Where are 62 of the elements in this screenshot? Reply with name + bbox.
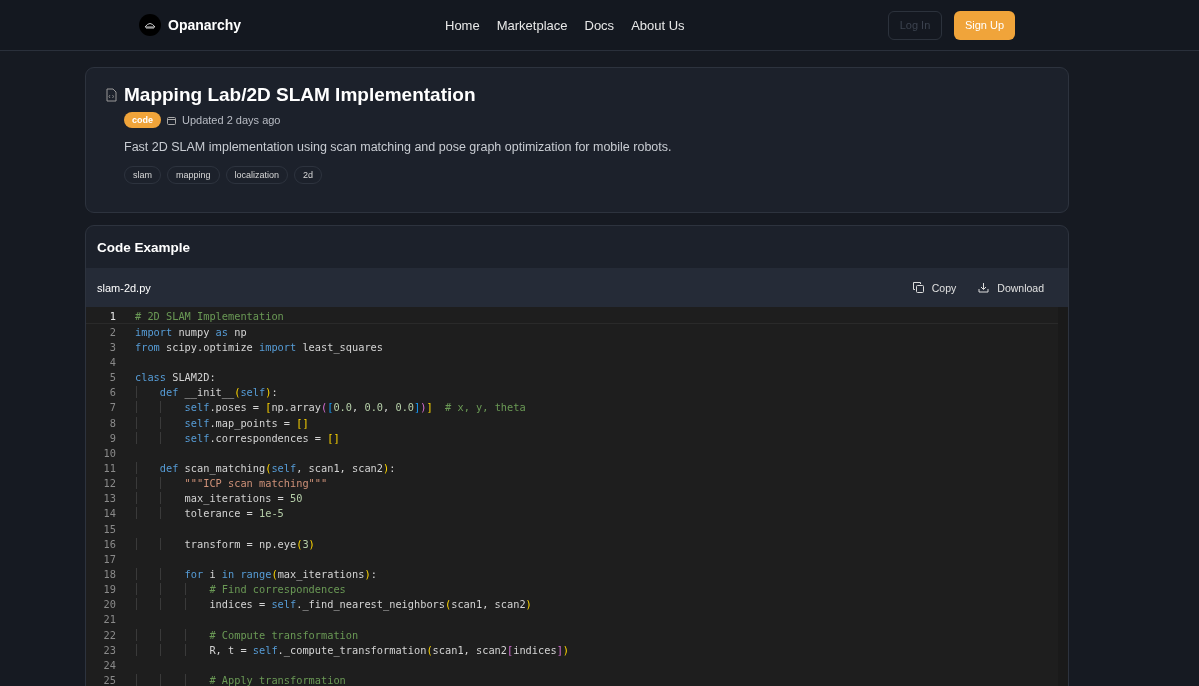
code-line: # Find correspondences bbox=[135, 583, 346, 596]
line-number: 2 bbox=[108, 325, 116, 338]
code-line: from scipy.optimize import least_squares bbox=[135, 340, 383, 353]
line-number: 17 bbox=[102, 552, 116, 565]
line-number: 12 bbox=[102, 477, 116, 490]
line-number: 6 bbox=[108, 386, 116, 399]
line-number: 20 bbox=[102, 598, 116, 611]
line-number: 21 bbox=[102, 613, 116, 626]
line-number: 9 bbox=[108, 431, 116, 444]
nav-link[interactable]: Marketplace bbox=[496, 17, 568, 33]
nav-link[interactable]: Docs bbox=[584, 17, 615, 33]
code-line: """ICP scan matching""" bbox=[135, 477, 328, 490]
line-number: 4 bbox=[108, 356, 116, 368]
calendar-icon bbox=[167, 115, 176, 125]
line-number: 16 bbox=[102, 537, 116, 550]
code-line: # Apply transformation bbox=[135, 673, 346, 686]
copy-button[interactable]: Copy bbox=[908, 279, 961, 296]
line-number: 18 bbox=[102, 567, 116, 580]
code-heading: Code Example bbox=[96, 239, 192, 257]
line-number: 1 bbox=[108, 309, 116, 322]
code-line: max_iterations = 50 bbox=[135, 492, 303, 505]
project-description: Fast 2D SLAM implementation using scan matching and pose graph optimization for mobile robots. bbox=[124, 140, 672, 154]
logo-icon bbox=[139, 14, 161, 36]
line-number: 15 bbox=[102, 522, 116, 535]
file-name: slam-2d.py bbox=[97, 281, 152, 294]
line-number: 5 bbox=[108, 371, 116, 384]
line-number: 14 bbox=[102, 507, 116, 520]
type-badge: code bbox=[124, 112, 161, 128]
code-line: for i in range(max_iterations): bbox=[135, 567, 377, 580]
code-line: self.map_points = [] bbox=[135, 416, 309, 429]
line-number: 3 bbox=[108, 340, 116, 353]
line-number: 8 bbox=[108, 416, 116, 429]
code-line: # 2D SLAM Implementation bbox=[135, 309, 284, 322]
code-line: class SLAM2D: bbox=[135, 371, 216, 384]
line-number: 11 bbox=[102, 461, 116, 474]
code-line: indices = self._find_nearest_neighbors(scan1, scan2) bbox=[135, 598, 532, 611]
code-line: transform = np.eye(3) bbox=[135, 537, 315, 550]
line-number: 24 bbox=[102, 658, 116, 671]
download-icon bbox=[978, 282, 990, 293]
code-line: tolerance = 1e-5 bbox=[135, 507, 284, 520]
updated-text: Updated 2 days ago bbox=[182, 114, 281, 126]
code-line: self.correspondences = [] bbox=[135, 431, 340, 444]
brand-name: Opanarchy bbox=[168, 17, 242, 33]
nav-link[interactable]: Home bbox=[445, 17, 480, 33]
nav-link[interactable]: About Us bbox=[631, 17, 685, 33]
code-line: def scan_matching(self, scan1, scan2): bbox=[135, 461, 396, 474]
line-number: 7 bbox=[108, 401, 116, 414]
code-line: self.poses = [np.array([0.0, 0.0, 0.0])] # x, y, theta bbox=[135, 401, 526, 414]
line-number: 23 bbox=[102, 643, 116, 656]
line-number: 19 bbox=[102, 583, 116, 596]
code-line: R, t = self._compute_transformation(scan1, scan2[indices]) bbox=[135, 643, 570, 656]
line-number: 25 bbox=[102, 673, 116, 686]
copy-icon bbox=[912, 282, 924, 293]
download-button[interactable]: Download bbox=[974, 279, 1048, 296]
project-title: Mapping Lab/2D SLAM Implementation bbox=[124, 84, 477, 106]
line-number: 10 bbox=[102, 446, 116, 459]
line-number: 13 bbox=[102, 492, 116, 505]
code-line: # Compute transformation bbox=[135, 628, 359, 641]
code-line: def __init__(self): bbox=[135, 386, 278, 399]
line-number: 22 bbox=[102, 628, 116, 641]
code-line: import numpy as np bbox=[135, 325, 247, 338]
code-file-icon bbox=[104, 88, 118, 102]
